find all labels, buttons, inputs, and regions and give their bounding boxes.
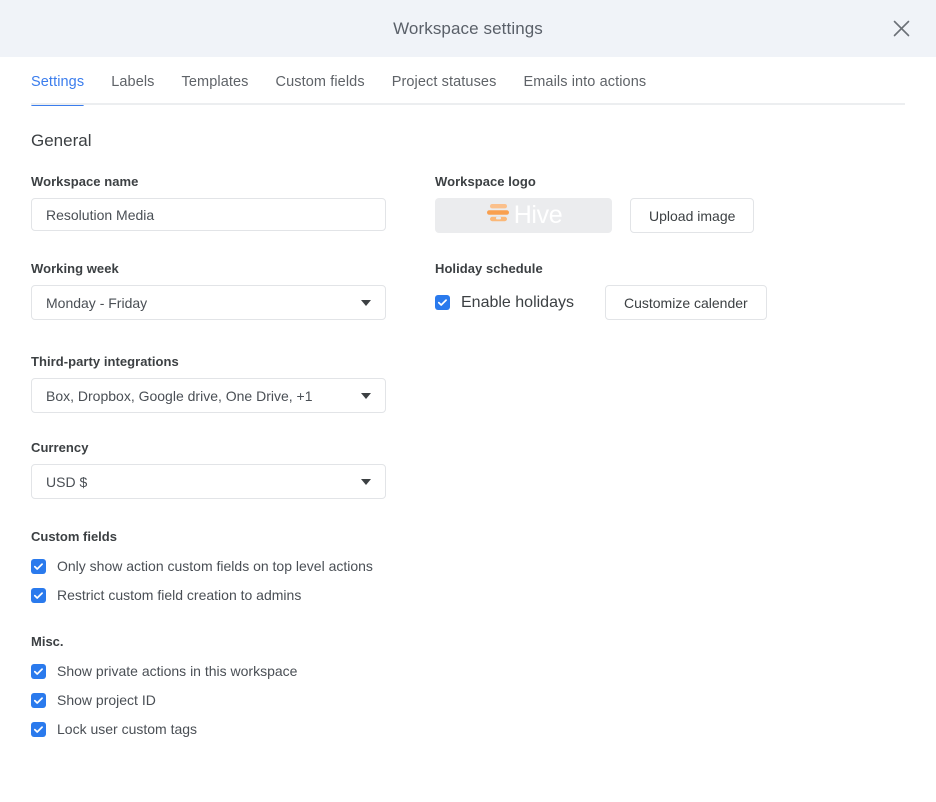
checkbox-label: Show project ID	[57, 692, 156, 708]
working-week-label: Working week	[31, 261, 119, 276]
tab-templates[interactable]: Templates	[182, 57, 249, 105]
tab-label: Project statuses	[391, 74, 497, 90]
checkbox-label: Restrict custom field creation to admins	[57, 587, 302, 603]
workspace-logo-preview: Hive	[435, 198, 612, 233]
show-project-id-checkbox[interactable]	[31, 692, 46, 708]
custom-fields-group: Custom fields Only show action custom fi…	[31, 529, 905, 603]
upload-image-button[interactable]: Upload image	[630, 198, 755, 233]
holiday-schedule-label: Holiday schedule	[435, 261, 543, 276]
currency-select[interactable]: USD $	[31, 464, 386, 499]
checkbox-row: Only show action custom fields on top le…	[31, 558, 905, 574]
tab-bar-divider	[31, 103, 905, 105]
settings-content: General Workspace name Resolution Media …	[0, 105, 936, 737]
workspace-logo-field-group: Workspace logo Hive Upload image	[435, 174, 905, 233]
only-show-action-custom-fields-checkbox[interactable]	[31, 558, 46, 574]
chevron-down-icon	[361, 392, 371, 399]
enable-holidays-checkbox[interactable]	[435, 295, 450, 310]
show-private-actions-checkbox[interactable]	[31, 663, 46, 679]
checkbox-row: Show project ID	[31, 692, 905, 708]
currency-value: USD $	[46, 473, 88, 490]
checkbox-label: Only show action custom fields on top le…	[57, 558, 373, 574]
close-icon	[892, 19, 911, 38]
customize-calendar-button[interactable]: Customize calender	[604, 285, 767, 320]
close-button[interactable]	[884, 12, 918, 46]
tab-label: Templates	[181, 74, 249, 90]
enable-holidays-label: Enable holidays	[461, 293, 574, 311]
holiday-controls-row: Enable holidays Customize calender	[435, 285, 905, 320]
hive-logo-icon	[485, 200, 512, 231]
chevron-down-icon	[361, 478, 371, 485]
customize-calendar-label: Customize calender	[623, 294, 748, 311]
lock-user-custom-tags-checkbox[interactable]	[31, 721, 46, 737]
working-week-select[interactable]: Monday - Friday	[31, 285, 386, 320]
general-section-title: General	[31, 131, 92, 150]
tab-bar: Settings Labels Templates Custom fields …	[0, 57, 936, 106]
tab-project-statuses[interactable]: Project statuses	[392, 57, 497, 105]
holiday-schedule-field-group: Holiday schedule Enable holidays Customi…	[435, 261, 905, 320]
third-party-value: Box, Dropbox, Google drive, One Drive, +…	[46, 387, 313, 404]
page-title: Workspace settings	[393, 18, 543, 38]
third-party-field-group: Third-party integrations Box, Dropbox, G…	[31, 354, 905, 413]
tab-custom-fields[interactable]: Custom fields	[276, 57, 365, 105]
third-party-label: Third-party integrations	[31, 354, 179, 369]
misc-group-title: Misc.	[31, 634, 64, 649]
logo-and-upload-row: Hive Upload image	[435, 198, 905, 233]
restrict-custom-field-creation-checkbox[interactable]	[31, 587, 46, 603]
row-week-and-holiday: Working week Monday - Friday Holiday sch…	[31, 261, 905, 320]
misc-group: Misc. Show private actions in this works…	[31, 634, 905, 737]
workspace-name-value: Resolution Media	[46, 206, 155, 223]
checkbox-row: Lock user custom tags	[31, 721, 905, 737]
working-week-value: Monday - Friday	[46, 294, 148, 311]
tab-emails-into-actions[interactable]: Emails into actions	[523, 57, 646, 105]
tab-label: Emails into actions	[523, 74, 647, 90]
checkbox-label: Show private actions in this workspace	[57, 663, 298, 679]
working-week-field-group: Working week Monday - Friday	[31, 261, 435, 320]
checkbox-label: Lock user custom tags	[57, 721, 198, 737]
workspace-name-field-group: Workspace name Resolution Media	[31, 174, 435, 233]
workspace-name-label: Workspace name	[31, 174, 139, 189]
tab-settings[interactable]: Settings	[31, 57, 85, 106]
checkbox-row: Restrict custom field creation to admins	[31, 587, 905, 603]
hive-logo-wordmark: Hive	[513, 201, 563, 229]
tab-label: Labels	[111, 74, 155, 90]
currency-field-group: Currency USD $	[31, 440, 905, 499]
modal-header: Workspace settings	[0, 0, 936, 57]
workspace-name-input[interactable]: Resolution Media	[31, 198, 386, 231]
third-party-select[interactable]: Box, Dropbox, Google drive, One Drive, +…	[31, 378, 386, 413]
chevron-down-icon	[361, 299, 371, 306]
row-name-and-logo: Workspace name Resolution Media Workspac…	[31, 174, 905, 233]
tab-label: Custom fields	[275, 74, 365, 90]
tab-labels[interactable]: Labels	[111, 57, 154, 105]
tab-label: Settings	[31, 74, 85, 90]
custom-fields-group-title: Custom fields	[31, 529, 117, 544]
upload-image-label: Upload image	[649, 207, 736, 224]
checkbox-row: Show private actions in this workspace	[31, 663, 905, 679]
workspace-logo-label: Workspace logo	[435, 174, 536, 189]
currency-label: Currency	[31, 440, 89, 455]
